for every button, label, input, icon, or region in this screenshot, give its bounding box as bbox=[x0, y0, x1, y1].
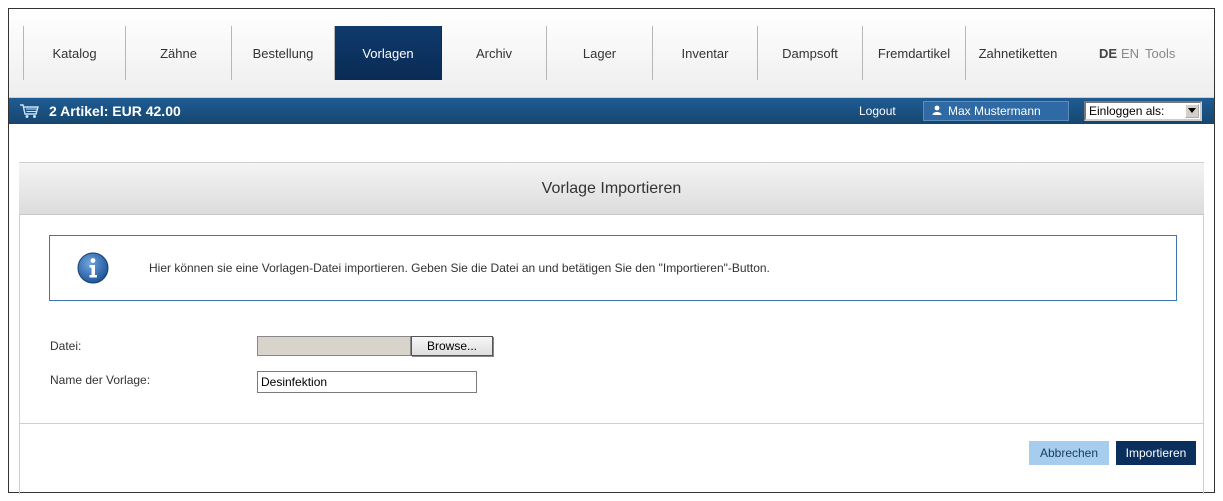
top-navigation: Katalog Zähne Bestellung Vorlagen Archiv… bbox=[9, 9, 1214, 98]
nav-item-vorlagen[interactable]: Vorlagen bbox=[335, 26, 442, 80]
status-bar: 2 Artikel: EUR 42.00 Logout Max Musterma… bbox=[9, 98, 1214, 124]
template-name-label: Name der Vorlage: bbox=[50, 373, 151, 387]
nav-item-bestellung[interactable]: Bestellung bbox=[232, 26, 335, 80]
chevron-down-icon[interactable] bbox=[1185, 104, 1199, 118]
browse-button[interactable]: Browse... bbox=[411, 336, 493, 356]
info-box: Hier können sie eine Vorlagen-Datei impo… bbox=[49, 235, 1177, 301]
shopping-cart-icon bbox=[19, 103, 41, 119]
login-as-select[interactable]: Einloggen als: bbox=[1084, 101, 1202, 121]
file-path-field[interactable] bbox=[257, 336, 411, 356]
user-button[interactable]: Max Mustermann bbox=[923, 101, 1069, 121]
nav-item-zaehne[interactable]: Zähne bbox=[126, 26, 232, 80]
language-de[interactable]: DE bbox=[1099, 26, 1117, 80]
nav-item-zahnetiketten[interactable]: Zahnetiketten bbox=[966, 26, 1070, 80]
footer-divider bbox=[19, 423, 1204, 424]
template-name-input[interactable] bbox=[257, 371, 477, 393]
nav-item-archiv[interactable]: Archiv bbox=[442, 26, 547, 80]
user-icon bbox=[932, 104, 942, 118]
logout-link[interactable]: Logout bbox=[859, 98, 896, 124]
nav-item-dampsoft[interactable]: Dampsoft bbox=[758, 26, 863, 80]
tools-link[interactable]: Tools bbox=[1145, 26, 1175, 80]
user-name: Max Mustermann bbox=[948, 104, 1041, 118]
import-button[interactable]: Importieren bbox=[1116, 441, 1196, 465]
nav-item-katalog[interactable]: Katalog bbox=[23, 26, 126, 80]
language-en[interactable]: EN bbox=[1121, 26, 1139, 80]
page-title: Vorlage Importieren bbox=[19, 162, 1204, 215]
cart-summary-text: 2 Artikel: EUR 42.00 bbox=[49, 103, 181, 119]
info-text: Hier können sie eine Vorlagen-Datei impo… bbox=[149, 261, 770, 275]
file-label: Datei: bbox=[50, 339, 82, 353]
nav-item-fremdartikel[interactable]: Fremdartikel bbox=[863, 26, 966, 80]
info-icon bbox=[77, 252, 109, 284]
app-frame: Katalog Zähne Bestellung Vorlagen Archiv… bbox=[8, 8, 1215, 494]
cancel-button[interactable]: Abbrechen bbox=[1029, 441, 1109, 465]
nav-item-lager[interactable]: Lager bbox=[547, 26, 653, 80]
nav-item-inventar[interactable]: Inventar bbox=[653, 26, 758, 80]
cart-summary[interactable]: 2 Artikel: EUR 42.00 bbox=[19, 98, 181, 124]
login-as-value: Einloggen als: bbox=[1089, 104, 1165, 118]
